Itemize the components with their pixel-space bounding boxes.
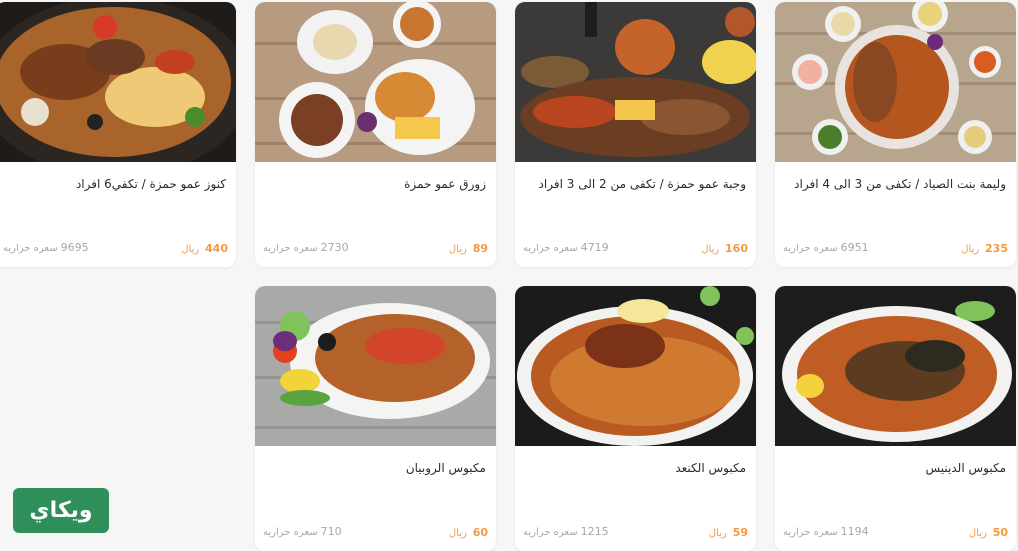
item-price: 160 ريال [701,242,748,255]
dish-photo [255,2,496,162]
dish-photo [0,2,236,162]
item-price: 235 ريال [961,242,1008,255]
item-calories: 4719سعره حراريه [523,241,609,254]
menu-item-card[interactable]: زورق عمو حمزة 89 ريال 2730سعره حراريه [255,2,496,267]
dish-photo [775,2,1016,162]
menu-item-card[interactable]: وجبة عمو حمزة / تكفى من 2 الى 3 افراد 16… [515,2,756,267]
item-name: مكبوس الكنعد [675,461,746,475]
item-price: 440 ريال [181,242,228,255]
item-name: وجبة عمو حمزة / تكفى من 2 الى 3 افراد [538,177,746,191]
item-price: 50 ريال [968,526,1008,539]
item-name: مكبوس الدينيس [925,461,1006,475]
item-calories: 710سعره حراريه [263,525,342,538]
item-name: زورق عمو حمزة [404,177,486,191]
menu-item-card[interactable]: مكبوس الدينيس 50 ريال 1194سعره حراريه [775,286,1016,551]
menu-item-card[interactable]: مكبوس الروبيان 60 ريال 710سعره حراريه [255,286,496,551]
dish-photo [515,2,756,162]
item-price: 59 ريال [708,526,748,539]
dish-photo [515,286,756,446]
menu-item-card[interactable]: مكبوس الكنعد 59 ريال 1215سعره حراريه [515,286,756,551]
logo-text: ويكاي [29,498,93,523]
item-calories: 6951سعره حراريه [783,241,869,254]
item-name: مكبوس الروبيان [405,461,486,475]
item-price: 60 ريال [448,526,488,539]
brand-logo[interactable]: ويكاي [13,488,109,533]
menu-item-card[interactable]: وليمة بنت الصياد / تكفى من 3 الى 4 افراد… [775,2,1016,267]
menu-grid: كنوز عمو حمزة / تكفي6 افراد 440 ريال 969… [0,0,1018,551]
item-name: كنوز عمو حمزة / تكفي6 افراد [75,177,226,191]
item-price: 89 ريال [448,242,488,255]
item-calories: 1194سعره حراريه [783,525,869,538]
item-calories: 9695سعره حراريه [3,241,89,254]
item-calories: 2730سعره حراريه [263,241,349,254]
item-name: وليمة بنت الصياد / تكفى من 3 الى 4 افراد [794,177,1006,191]
menu-item-card[interactable]: كنوز عمو حمزة / تكفي6 افراد 440 ريال 969… [0,2,236,267]
dish-photo [775,286,1016,446]
item-calories: 1215سعره حراريه [523,525,609,538]
dish-photo [255,286,496,446]
